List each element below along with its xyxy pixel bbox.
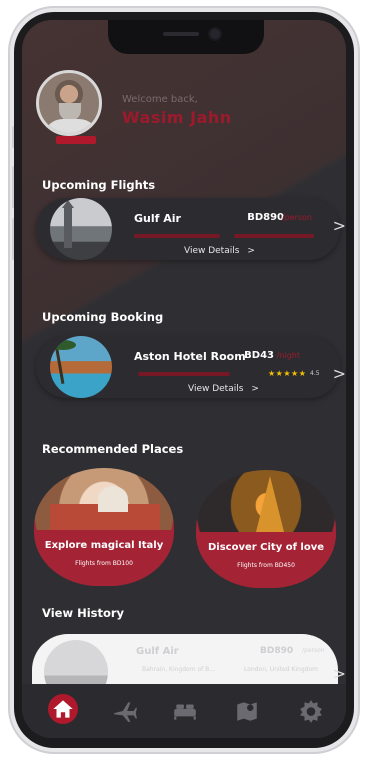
flight-card[interactable]: Gulf Air BD890 /person View Details > <box>36 198 340 260</box>
hotel-name: Aston Hotel Room <box>134 350 246 363</box>
chevron-right-icon[interactable]: > <box>333 364 346 383</box>
hotel-location <box>138 372 230 376</box>
flight-thumbnail <box>50 198 112 260</box>
flight-price: BD890 <box>247 212 284 223</box>
hotel-thumbnail <box>50 336 112 398</box>
welcome-text: Welcome back, <box>122 94 198 105</box>
flight-airline: Gulf Air <box>134 212 181 225</box>
flight-price-unit: /person <box>281 213 312 222</box>
section-title-recommended-places: Recommended Places <box>42 442 184 456</box>
chevron-right-icon[interactable]: > <box>333 216 346 235</box>
booking-card[interactable]: Aston Hotel Room BD43 /night ★★★★★ 4.5 V… <box>36 336 340 398</box>
home-icon[interactable] <box>50 696 76 722</box>
history-airline: Gulf Air <box>136 646 179 657</box>
view-details-label: View Details <box>188 384 244 394</box>
chevron-right-icon: > <box>247 246 255 256</box>
section-title-upcoming-booking: Upcoming Booking <box>42 310 164 324</box>
place-title: Discover City of love <box>207 542 325 553</box>
airplane-icon[interactable] <box>112 698 138 724</box>
flight-view-details-link[interactable]: View Details > <box>184 246 255 256</box>
section-title-upcoming-flights: Upcoming Flights <box>42 178 156 192</box>
rating-stars: ★★★★★ <box>268 369 307 378</box>
hotel-price: BD43 <box>244 350 274 361</box>
history-from: Bahrain, Kingdom of B... <box>142 666 215 673</box>
avatar-badge <box>56 136 96 144</box>
place-card-italy[interactable]: Explore magical Italy Flights from BD100 <box>34 468 174 586</box>
front-camera <box>210 29 220 39</box>
section-title-view-history: View History <box>42 606 125 620</box>
eiffel-tower-image <box>256 476 284 532</box>
gear-icon[interactable] <box>298 698 324 724</box>
history-price-unit: /person <box>302 647 325 654</box>
chevron-right-icon[interactable]: > <box>333 664 346 683</box>
flight-route-from <box>134 234 220 238</box>
place-subtitle: Flights from BD100 <box>75 560 133 567</box>
user-name: Wasim Jahn <box>122 108 232 127</box>
history-price: BD890 <box>260 646 294 656</box>
map-icon[interactable] <box>234 698 260 724</box>
bed-icon[interactable] <box>172 698 198 724</box>
notch <box>108 20 264 54</box>
place-card-paris[interactable]: Discover City of love Flights from BD450 <box>196 470 336 588</box>
app-screen: Welcome back, Wasim Jahn Upcoming Flight… <box>22 20 346 738</box>
avatar[interactable] <box>36 70 102 136</box>
hotel-price-unit: /night <box>276 351 300 360</box>
place-title: Explore magical Italy <box>44 540 164 551</box>
view-details-label: View Details <box>184 246 240 256</box>
history-to: London, United Kingdom <box>244 666 318 673</box>
place-subtitle: Flights from BD450 <box>237 562 295 569</box>
chevron-right-icon: > <box>251 384 259 394</box>
bottom-tab-bar <box>22 684 346 738</box>
flight-route-to <box>234 234 314 238</box>
speaker <box>163 32 199 36</box>
booking-view-details-link[interactable]: View Details > <box>188 384 259 394</box>
rating-value: 4.5 <box>310 370 320 377</box>
